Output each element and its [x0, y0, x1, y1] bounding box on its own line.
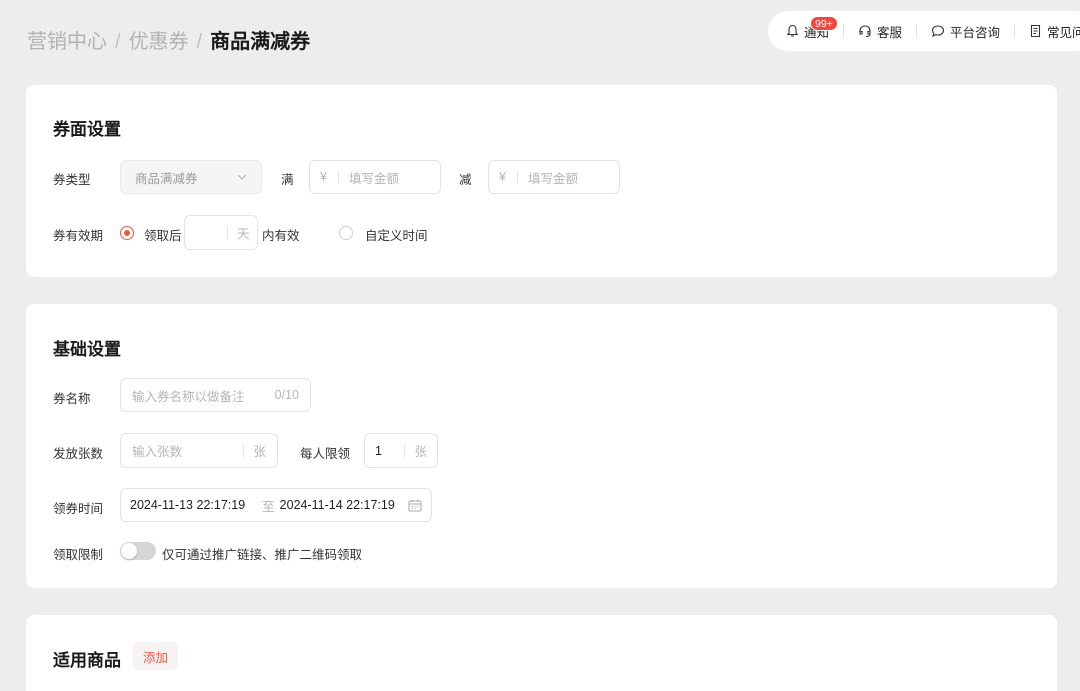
breadcrumb-separator: / [115, 31, 121, 53]
divider [843, 24, 845, 38]
basic-settings-card: 基础设置 券名称 输入券名称以做备注 0/10 发放张数 输入张数 张 每人限领… [26, 304, 1057, 588]
calendar-icon [408, 499, 422, 511]
radio-custom-time[interactable] [339, 226, 353, 240]
coupon-face-card: 券面设置 券类型 商品满减券 满 ¥ 填写金额 减 ¥ 填写金额 券有效期 领取… [26, 85, 1057, 277]
issue-count-input[interactable]: 输入张数 张 [120, 433, 278, 468]
add-product-button[interactable]: 添加 [133, 642, 179, 670]
breadcrumb-item-coupons[interactable]: 优惠券 [129, 28, 189, 56]
service-label: 客服 [877, 25, 903, 40]
coupon-name-label: 券名称 [53, 392, 91, 406]
per-person-limit-input[interactable]: 1 张 [364, 433, 438, 468]
amount-placeholder: 填写金额 [348, 171, 399, 186]
chat-bubble-icon [931, 25, 945, 38]
reduce-label: 减 [459, 173, 472, 187]
time-start: 2024-11-13 22:17:19 [130, 498, 246, 512]
limit-value: 1 [375, 443, 382, 458]
full-label: 满 [281, 173, 294, 187]
divider [243, 443, 245, 458]
coupon-type-select[interactable]: 商品满减券 [120, 160, 262, 194]
consult-label: 平台咨询 [950, 25, 1001, 40]
breadcrumb-separator: / [196, 31, 203, 53]
customer-service-button[interactable]: 客服 [858, 11, 902, 51]
page-title: 商品满减券 [210, 31, 311, 53]
within-valid-label: 内有效 [262, 229, 300, 243]
reduce-amount-input[interactable]: ¥ 填写金额 [488, 160, 620, 194]
divider [227, 225, 228, 240]
char-counter: 0/10 [274, 388, 299, 402]
time-range-separator: 至 [262, 499, 275, 514]
coupon-name-input[interactable]: 输入券名称以做备注 0/10 [120, 378, 311, 412]
divider [337, 170, 339, 184]
limit-unit: 张 [414, 445, 427, 459]
amount-placeholder: 填写金额 [527, 171, 578, 186]
applicable-products-card: 适用商品 添加 [26, 615, 1057, 691]
claim-restriction-label: 领取限制 [53, 548, 104, 562]
faq-label: 常见问题 [1047, 25, 1080, 40]
after-claim-label: 领取后 [144, 229, 182, 243]
validity-label: 券有效期 [53, 229, 104, 243]
divider [1014, 24, 1016, 38]
name-placeholder: 输入券名称以做备注 [132, 389, 245, 404]
count-placeholder: 输入张数 [132, 445, 183, 459]
per-person-limit-label: 每人限领 [300, 447, 351, 461]
claim-restriction-text: 仅可通过推广链接、推广二维码领取 [162, 548, 363, 562]
divider [404, 443, 406, 458]
coupon-type-value: 商品满减券 [135, 171, 198, 186]
notify-button[interactable]: 通知 99+ [786, 11, 838, 51]
platform-consult-button[interactable]: 平台咨询 [931, 11, 1000, 51]
count-unit: 张 [253, 445, 266, 459]
currency-symbol: ¥ [320, 170, 327, 184]
time-end: 2024-11-14 22:17:19 [279, 498, 395, 512]
card-title: 基础设置 [53, 340, 121, 359]
divider [516, 170, 518, 184]
card-title: 券面设置 [53, 120, 121, 139]
currency-symbol: ¥ [499, 170, 506, 184]
breadcrumb: 营销中心 / 优惠券 / 商品满减券 [27, 28, 310, 56]
radio-after-claim[interactable] [120, 226, 134, 240]
custom-time-label: 自定义时间 [365, 229, 428, 243]
claim-time-label: 领券时间 [53, 502, 104, 516]
document-icon [1030, 24, 1041, 38]
top-toolbar: 通知 99+ 客服 平台咨询 常见问题 [768, 11, 1080, 51]
day-unit: 天 [237, 227, 250, 241]
bell-icon [786, 24, 799, 37]
claim-time-range-picker[interactable]: 2024-11-13 22:17:19 至 2024-11-14 22:17:1… [120, 488, 432, 522]
notify-badge: 99+ [810, 16, 838, 31]
chevron-down-icon [237, 174, 247, 180]
claim-restriction-toggle[interactable] [120, 542, 156, 560]
coupon-type-label: 券类型 [53, 173, 91, 187]
valid-days-input[interactable]: 天 [184, 215, 258, 250]
breadcrumb-item-marketing[interactable]: 营销中心 [27, 28, 107, 56]
card-title: 适用商品 [53, 651, 121, 670]
full-amount-input[interactable]: ¥ 填写金额 [309, 160, 441, 194]
divider [916, 24, 918, 38]
faq-button[interactable]: 常见问题 [1029, 11, 1080, 51]
headset-icon [859, 25, 871, 38]
issue-count-label: 发放张数 [53, 447, 104, 461]
